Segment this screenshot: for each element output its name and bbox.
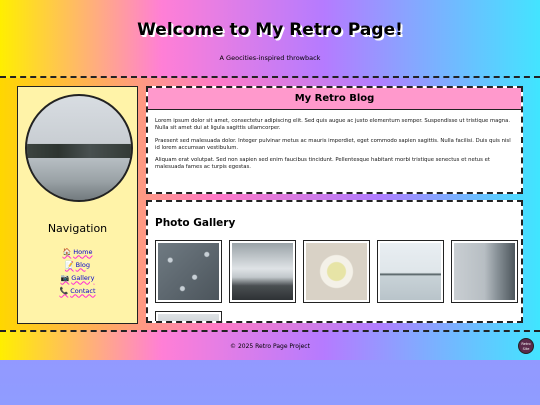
nav-link-blog[interactable]: 📝 Blog [18, 258, 137, 271]
gallery-title: Photo Gallery [155, 217, 236, 229]
retro-site-badge[interactable]: Retro Site [518, 338, 534, 354]
main-content: Navigation 🏠 Home 📝 Blog 📷 Gallery 📞 Con… [0, 78, 540, 330]
person-by-sea-photo[interactable] [451, 240, 518, 303]
gallery-section: Photo Gallery [146, 200, 523, 323]
island-in-lake-photo[interactable] [377, 240, 444, 303]
nav-link-home[interactable]: 🏠 Home [18, 245, 137, 258]
home-icon: 🏠 [62, 247, 72, 256]
avatar-water [27, 158, 131, 200]
nav-link-label: Gallery [71, 273, 95, 282]
sidebar: Navigation 🏠 Home 📝 Blog 📷 Gallery 📞 Con… [17, 86, 138, 324]
partial-photo[interactable] [155, 311, 222, 321]
person-over-clouds-photo[interactable] [229, 240, 296, 303]
nav-link-gallery[interactable]: 📷 Gallery [18, 271, 137, 284]
nav-title: Navigation [47, 222, 108, 235]
water-droplets-photo[interactable] [155, 240, 222, 303]
memo-icon: 📝 [64, 260, 74, 269]
page-subtitle: A Geocities-inspired throwback [219, 54, 321, 62]
avatar-trees [27, 144, 131, 158]
copyright-text: © 2025 Retro Page Project [230, 343, 310, 350]
nav-link-label: Blog [75, 260, 91, 269]
blog-paragraph: Lorem ipsum dolor sit amet, consectetur … [155, 118, 511, 132]
phone-icon: 📞 [59, 286, 69, 295]
avatar [25, 94, 133, 202]
nav-link-label: Home [73, 247, 93, 256]
blog-paragraph: Aliquam erat volutpat. Sed non sapien se… [155, 157, 490, 171]
nav-list: 🏠 Home 📝 Blog 📷 Gallery 📞 Contact [18, 245, 137, 297]
page-footer: © 2025 Retro Page Project Retro Site [0, 330, 540, 360]
camera-icon: 📷 [60, 273, 70, 282]
blog-body: Lorem ipsum dolor sit amet, consectetur … [148, 110, 521, 172]
blog-section: My Retro Blog Lorem ipsum dolor sit amet… [146, 86, 523, 194]
blog-title: My Retro Blog [148, 88, 521, 110]
page-header: Welcome to My Retro Page! A Geocities-in… [0, 0, 540, 78]
blog-paragraph: Praesent sed malesuada dolor. Integer pu… [155, 137, 511, 151]
cup-of-tea-photo[interactable] [303, 240, 370, 303]
nav-link-label: Contact [70, 286, 96, 295]
page-title: Welcome to My Retro Page! [137, 20, 403, 40]
nav-link-contact[interactable]: 📞 Contact [18, 284, 137, 297]
